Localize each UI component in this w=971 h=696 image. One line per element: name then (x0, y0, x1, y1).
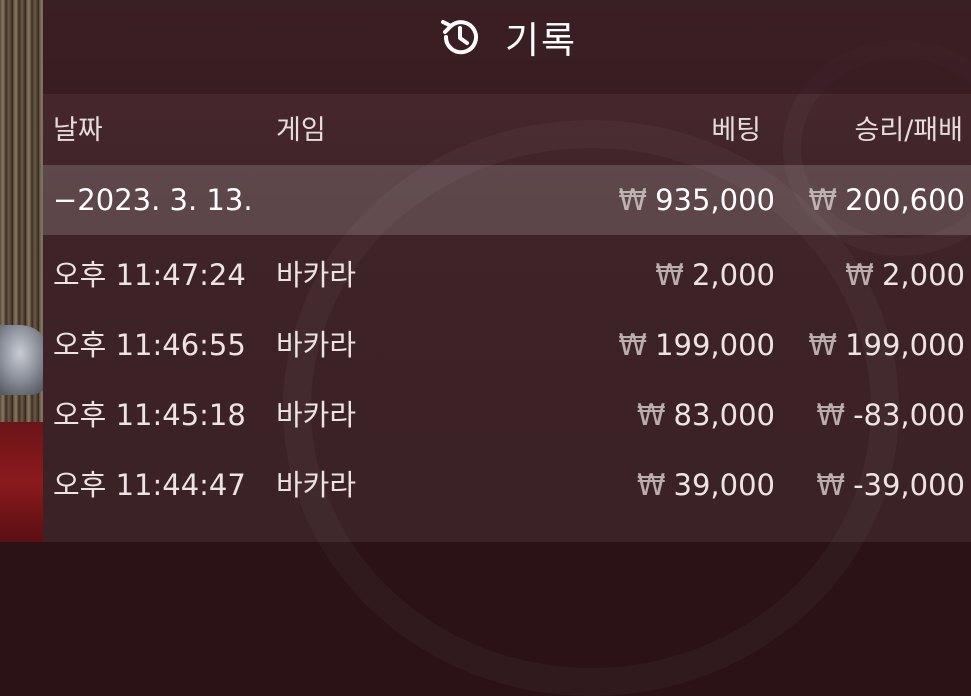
won-icon: ₩ (808, 183, 838, 217)
table-row[interactable]: 오후 11:45:18 바카라 ₩83,000 ₩ -83,000 (43, 380, 971, 450)
summary-winloss: ₩200,600 (808, 183, 965, 217)
won-icon: ₩ (618, 183, 648, 217)
column-header-date[interactable]: 날짜 (53, 108, 103, 147)
page-title: 기록 (504, 19, 578, 62)
row-winloss: ₩ -83,000 (816, 398, 965, 432)
table-row[interactable]: 오후 11:44:47 바카라 ₩39,000 ₩ -39,000 (43, 450, 971, 520)
row-time: 오후 11:46:55 (53, 328, 246, 362)
row-winloss: ₩199,000 (808, 328, 965, 362)
row-time: 오후 11:47:24 (53, 258, 246, 292)
row-time: 오후 11:44:47 (53, 468, 246, 502)
row-game: 바카라 (276, 328, 357, 362)
column-header-game[interactable]: 게임 (276, 108, 326, 147)
table-row[interactable]: 오후 11:47:24 바카라 ₩2,000 ₩2,000 (43, 240, 971, 310)
row-game: 바카라 (276, 468, 357, 502)
won-icon: ₩ (655, 258, 684, 292)
row-bet: ₩2,000 (655, 258, 775, 292)
table-row[interactable]: 오후 11:46:55 바카라 ₩199,000 ₩199,000 (43, 310, 971, 380)
panel-header: 기록 (43, 0, 971, 94)
won-icon: ₩ (636, 398, 666, 432)
won-icon: ₩ (618, 328, 648, 362)
row-bet: ₩199,000 (618, 328, 775, 362)
row-game: 바카라 (276, 258, 357, 292)
won-icon: ₩ (816, 468, 846, 502)
column-header-bet[interactable]: 베팅 (711, 108, 761, 147)
row-game: 바카라 (276, 398, 357, 432)
won-icon: ₩ (816, 398, 846, 432)
history-panel: 기록 날짜 게임 베팅 승리/패배 −2023. 3. 13. ₩935,000… (43, 0, 971, 542)
summary-date: −2023. 3. 13. (53, 183, 253, 217)
won-icon: ₩ (636, 468, 666, 502)
row-winloss: ₩2,000 (845, 258, 965, 292)
won-icon: ₩ (845, 258, 874, 292)
row-bet: ₩39,000 (636, 468, 775, 502)
row-bet: ₩83,000 (636, 398, 775, 432)
row-time: 오후 11:45:18 (53, 398, 246, 432)
summary-row[interactable]: −2023. 3. 13. ₩935,000 ₩200,600 (43, 165, 971, 235)
history-icon (437, 14, 483, 60)
won-icon: ₩ (808, 328, 838, 362)
column-header-winloss[interactable]: 승리/패배 (855, 108, 963, 147)
summary-bet: ₩935,000 (618, 183, 775, 217)
row-winloss: ₩ -39,000 (816, 468, 965, 502)
